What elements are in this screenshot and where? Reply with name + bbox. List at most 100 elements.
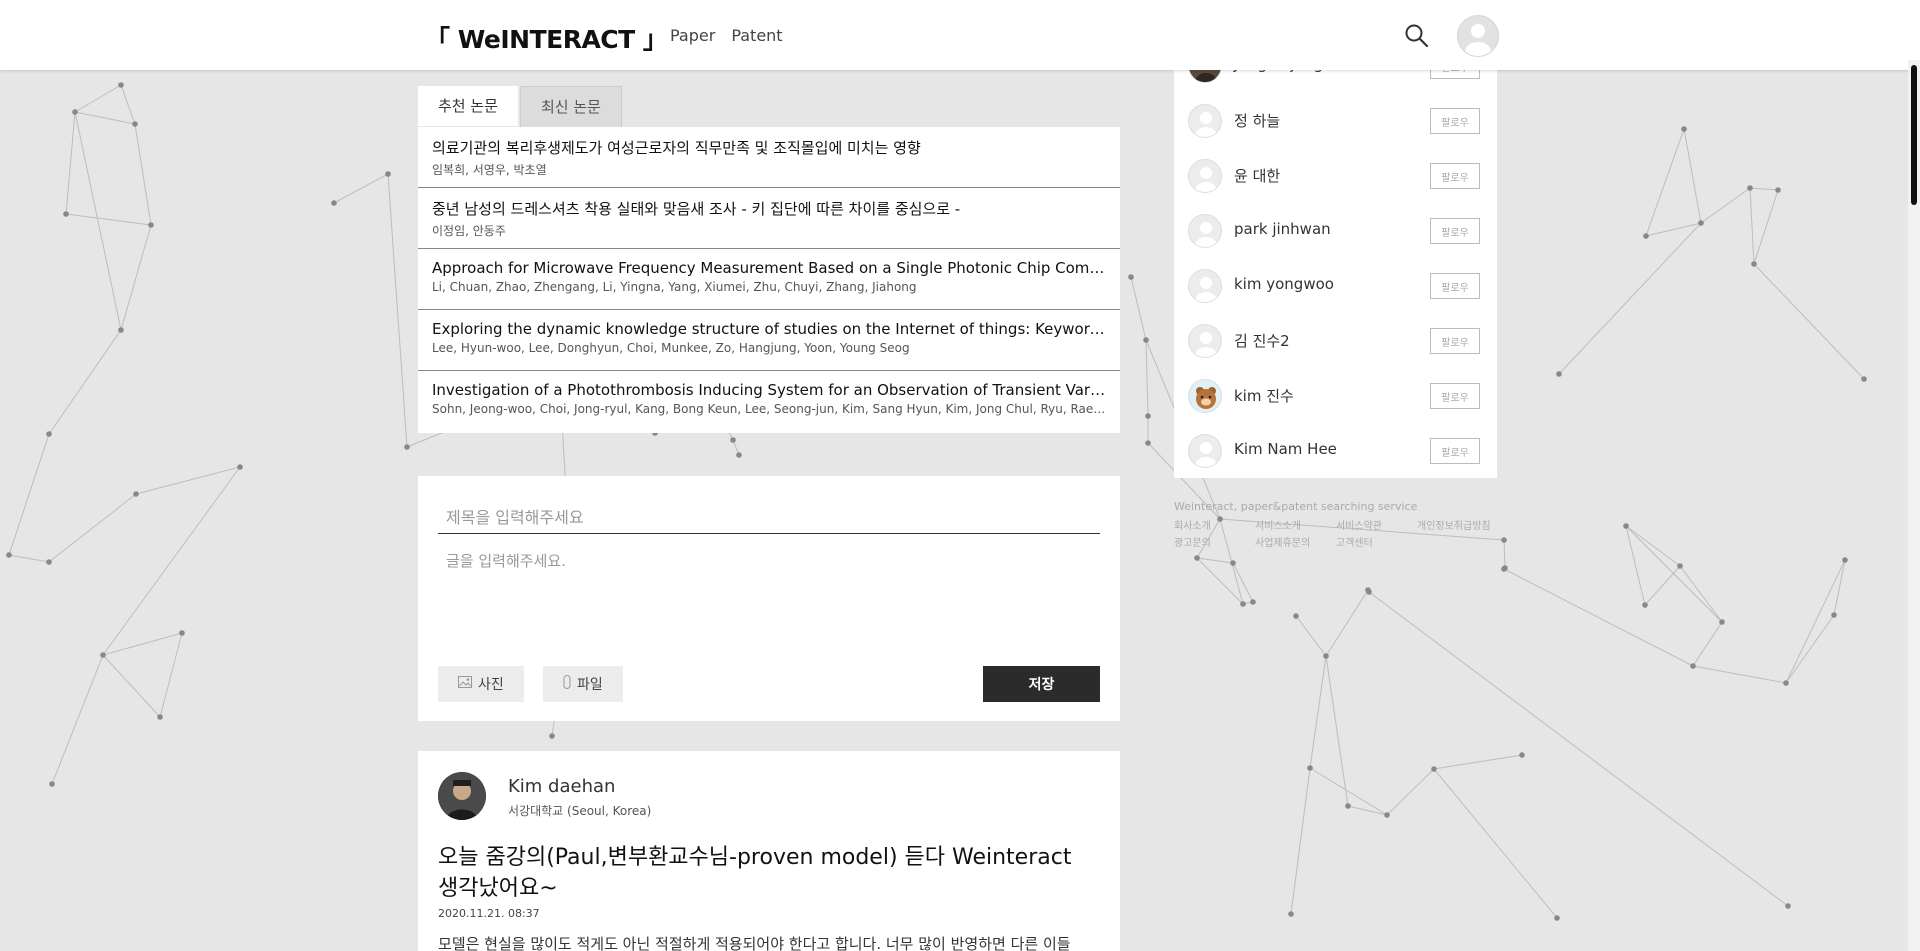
post-author-name[interactable]: Kim daehan	[508, 776, 615, 797]
paper-authors: Li, Chuan, Zhao, Zhengang, Li, Yingna, Y…	[432, 280, 917, 294]
network-edge	[48, 329, 122, 435]
network-node	[1365, 587, 1371, 593]
footer-link[interactable]: 서비스약관	[1336, 517, 1417, 532]
network-node	[1719, 619, 1725, 625]
paper-item[interactable]: 중년 남성의 드레스셔츠 착용 실태와 맞음새 조사 - 키 집단에 따른 차이…	[418, 188, 1120, 249]
profile-avatar-icon[interactable]	[1457, 15, 1499, 57]
network-edge	[1692, 621, 1723, 667]
network-node	[1751, 261, 1757, 267]
network-edge	[8, 433, 50, 556]
follow-button[interactable]: 팔로우	[1430, 438, 1480, 464]
default-avatar-icon[interactable]	[1188, 269, 1222, 303]
network-node	[1230, 560, 1236, 566]
logo[interactable]: 「 WeINTERACT 」	[425, 20, 668, 56]
footer-link[interactable]: 고객센터	[1336, 534, 1417, 549]
paper-title[interactable]: Investigation of a Photothrombosis Induc…	[432, 381, 1106, 399]
network-node	[72, 109, 78, 115]
follow-suggestions: Jung Sajung 팔로우 정 하늘 팔로우 윤 대한 팔로우 park j…	[1174, 40, 1497, 478]
network-edge	[1558, 222, 1702, 375]
paper-title[interactable]: Exploring the dynamic knowledge structur…	[432, 320, 1106, 338]
network-edge	[1683, 128, 1702, 224]
scrollbar-thumb[interactable]	[1911, 65, 1917, 205]
default-avatar-icon[interactable]	[1188, 434, 1222, 468]
network-edge	[1325, 589, 1369, 657]
paper-tabs: 추천 논문 최신 논문	[418, 86, 622, 127]
search-icon[interactable]	[1403, 22, 1431, 50]
follow-suggestion-item: kim yongwoo 팔로우	[1188, 263, 1488, 307]
post-title-input[interactable]	[438, 502, 1100, 534]
nav-patent[interactable]: Patent	[731, 26, 782, 45]
save-button[interactable]: 저장	[983, 666, 1100, 702]
author-avatar[interactable]	[438, 772, 486, 820]
paper-item[interactable]: Exploring the dynamic knowledge structur…	[418, 310, 1120, 371]
default-avatar-icon[interactable]	[1188, 159, 1222, 193]
footer-link[interactable]: 회사소개	[1174, 517, 1255, 532]
network-edge	[120, 84, 136, 125]
footer-link[interactable]: 개인정보취급방침	[1417, 517, 1504, 532]
paper-item[interactable]: Approach for Microwave Frequency Measure…	[418, 249, 1120, 310]
network-node	[1643, 233, 1649, 239]
network-node	[404, 444, 410, 450]
footer-link[interactable]: 광고문의	[1174, 534, 1255, 549]
network-node	[118, 82, 124, 88]
network-edge	[1386, 768, 1435, 816]
network-edge	[1368, 591, 1789, 907]
user-name[interactable]: 정 하늘	[1234, 110, 1280, 131]
tab-latest-papers[interactable]: 최신 논문	[519, 86, 622, 127]
page-scrollbar[interactable]	[1908, 60, 1920, 951]
network-node	[6, 552, 12, 558]
follow-button[interactable]: 팔로우	[1430, 218, 1480, 244]
network-edge	[74, 111, 136, 125]
user-name[interactable]: kim yongwoo	[1234, 275, 1334, 293]
paper-list: 의료기관의 복리후생제도가 여성근로자의 직무만족 및 조직몰입에 미치는 영향…	[418, 127, 1120, 433]
follow-button[interactable]: 팔로우	[1430, 383, 1480, 409]
follow-suggestion-item: 정 하늘 팔로우	[1188, 98, 1488, 142]
network-node	[1677, 563, 1683, 569]
bear-avatar-icon[interactable]	[1188, 379, 1222, 413]
network-node	[1345, 803, 1351, 809]
network-node	[1831, 612, 1837, 618]
post-body: 모델은 현실을 많이도 적게도 아닌 적절하게 적용되어야 한다고 합니다. 너…	[438, 935, 1071, 951]
user-name[interactable]: kim 진수	[1234, 385, 1294, 406]
default-avatar-icon[interactable]	[1188, 104, 1222, 138]
paper-item[interactable]: 의료기관의 복리후생제도가 여성근로자의 직무만족 및 조직몰입에 미치는 영향…	[418, 127, 1120, 188]
nav-paper[interactable]: Paper	[670, 26, 715, 45]
post-body-input[interactable]	[438, 546, 1100, 626]
user-name[interactable]: Kim Nam Hee	[1234, 440, 1337, 458]
follow-button[interactable]: 팔로우	[1430, 108, 1480, 134]
default-avatar-icon[interactable]	[1188, 324, 1222, 358]
footer-link[interactable]: 서비스소개	[1255, 517, 1336, 532]
user-name[interactable]: 김 진수2	[1234, 330, 1290, 351]
paper-title[interactable]: Approach for Microwave Frequency Measure…	[432, 259, 1106, 277]
network-node	[1145, 440, 1151, 446]
attach-file-button[interactable]: 파일	[543, 666, 623, 702]
paper-authors: 이정임, 안동주	[432, 224, 506, 238]
network-node	[331, 200, 337, 206]
tab-recommended-papers[interactable]: 추천 논문	[418, 86, 518, 126]
user-name[interactable]: park jinhwan	[1234, 220, 1331, 238]
follow-button[interactable]: 팔로우	[1430, 163, 1480, 189]
network-node	[1501, 566, 1507, 572]
paper-authors: Sohn, Jeong-woo, Choi, Jong-ryul, Kang, …	[432, 402, 1106, 416]
network-node	[157, 714, 163, 720]
paper-title[interactable]: 중년 남성의 드레스셔츠 착용 실태와 맞음새 조사 - 키 집단에 따른 차이…	[432, 198, 1106, 219]
post-author-affiliation: 서강대학교 (Seoul, Korea)	[508, 804, 652, 818]
paper-title[interactable]: 의료기관의 복리후생제도가 여성근로자의 직무만족 및 조직몰입에 미치는 영향	[432, 137, 1106, 158]
follow-button[interactable]: 팔로우	[1430, 273, 1480, 299]
attach-photo-button[interactable]: 사진	[438, 666, 524, 702]
user-name[interactable]: 윤 대한	[1234, 165, 1280, 186]
default-avatar-icon[interactable]	[1188, 214, 1222, 248]
network-node	[549, 733, 555, 739]
network-node	[133, 491, 139, 497]
network-edge	[8, 554, 50, 563]
footer-link[interactable]: 사업제휴문의	[1255, 534, 1336, 549]
network-node	[730, 437, 736, 443]
network-node	[1323, 653, 1329, 659]
paper-item[interactable]: Investigation of a Photothrombosis Induc…	[418, 371, 1120, 433]
network-node	[1785, 903, 1791, 909]
footer-tagline: Weinteract, paper&patent searching servi…	[1174, 500, 1418, 513]
follow-button[interactable]: 팔로우	[1430, 328, 1480, 354]
post-title[interactable]: 오늘 줌강의(Paul,변부환교수님-proven model) 듣다 Wein…	[438, 842, 1088, 904]
footer: Weinteract, paper&patent searching servi…	[1174, 500, 1504, 549]
feed-post: Kim daehan 서강대학교 (Seoul, Korea) 오늘 줌강의(P…	[418, 751, 1120, 951]
